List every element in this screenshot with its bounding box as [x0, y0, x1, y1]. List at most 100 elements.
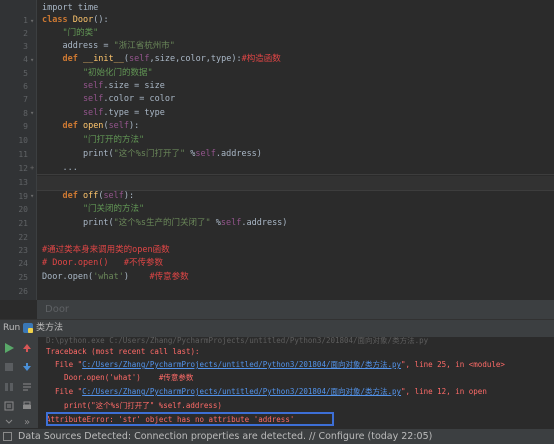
code-line[interactable]: class Door(): [42, 15, 109, 26]
console-text: print("这个%s门打开了" %self.address) [46, 401, 222, 410]
code-token: .color = color [103, 94, 176, 104]
code-token: Door [72, 15, 94, 25]
line-number-gutter: 1 2 3 4 5 6 7 8 9 10 11 12 13 19 20 21 22 23 24 25 26 ▾ ▾ ▾ + ▾ [0, 0, 37, 300]
console-text: ", line 25, in <module> [401, 360, 505, 369]
code-token: __init__ [82, 54, 124, 64]
file-path-link[interactable]: C:/Users/Zhang/PycharmProjects/untitled/… [82, 360, 401, 369]
code-token: class [42, 15, 73, 25]
run-label: Run [3, 323, 21, 333]
console-line: File "C:/Users/Zhang/PycharmProjects/unt… [46, 386, 487, 397]
line-number: 25 [18, 273, 28, 282]
code-line[interactable]: self.size = size [42, 81, 165, 92]
code-token: off [82, 191, 99, 201]
console-text: Door.open('what') #传意参数 [46, 373, 194, 382]
code-token: def [42, 54, 83, 64]
toggle-tool-windows-icon[interactable] [3, 432, 12, 441]
dump-threads-icon[interactable] [3, 400, 15, 412]
code-token: (): [93, 15, 109, 25]
line-number: 7 [23, 95, 28, 104]
file-path-link[interactable]: C:/Users/Zhang/PycharmProjects/untitled/… [82, 387, 401, 396]
code-token: self [42, 108, 104, 118]
method-separator [37, 174, 554, 175]
code-token: ... [42, 163, 78, 173]
print-icon[interactable] [21, 400, 33, 412]
code-token: print( [42, 218, 114, 228]
scroll-down-icon[interactable] [21, 361, 33, 373]
more-icon[interactable]: » [21, 416, 33, 428]
code-editor[interactable]: 1 2 3 4 5 6 7 8 9 10 11 12 13 19 20 21 22 23 24 25 26 ▾ ▾ ▾ + ▾ i… [0, 0, 554, 300]
code-line[interactable]: def off(self): [42, 191, 134, 202]
console-line: Traceback (most recent call last): [46, 346, 200, 357]
code-line[interactable]: "初始化门的数据" [42, 68, 153, 79]
code-token: import time [42, 3, 99, 13]
line-number: 2 [23, 29, 28, 38]
fold-method-icon[interactable]: ▾ [30, 191, 36, 201]
line-number: 10 [18, 136, 28, 145]
console-line: Door.open('what') #传意参数 [46, 372, 193, 383]
collapsed-breadcrumb[interactable]: Door [37, 300, 554, 319]
code-token: #构造函数 [241, 54, 281, 64]
code-token: "初始化门的数据" [42, 68, 153, 78]
console-text: Traceback (most recent call last): [46, 347, 200, 356]
fold-expand-icon[interactable]: + [30, 163, 36, 173]
code-line[interactable]: "门的类" [42, 28, 98, 39]
fold-class-icon[interactable]: ▾ [30, 16, 36, 26]
code-line[interactable]: print("这个%s生产的门关闭了" %self.address) [42, 218, 287, 229]
code-token: ): [123, 191, 135, 201]
code-line[interactable]: address = "浙江省杭州市" [42, 41, 175, 52]
code-token: 'what' [93, 272, 124, 282]
line-number: 1 [23, 16, 28, 25]
code-token: print( [42, 149, 114, 159]
error-highlight-box [46, 412, 334, 426]
method-separator [37, 190, 554, 191]
line-number: 21 [18, 219, 28, 228]
code-token: self [108, 121, 130, 131]
rerun-icon[interactable] [3, 342, 15, 354]
code-line[interactable]: Door.open('what') #传意参数 [42, 272, 189, 283]
line-number: 13 [18, 178, 28, 187]
code-token: "这个%s生产的门关闭了" [113, 218, 216, 228]
code-token: .address) [241, 218, 288, 228]
code-token: .address) [215, 149, 262, 159]
code-line[interactable]: ... [42, 163, 78, 174]
code-token: ): [129, 121, 140, 131]
code-line[interactable]: self.color = color [42, 94, 175, 105]
scroll-up-icon[interactable] [21, 342, 33, 354]
code-line[interactable]: # Door.open() #不传参数 [42, 258, 163, 269]
line-number: 8 [23, 109, 28, 118]
code-token: "这个%s门打开了" [113, 149, 191, 159]
code-line[interactable]: "门关闭的方法" [42, 204, 144, 215]
code-line[interactable]: print("这个%s门打开了" %self.address) [42, 149, 262, 160]
code-token: Door.open( [42, 272, 94, 282]
line-number: 4 [23, 55, 28, 64]
code-line[interactable]: def open(self): [42, 121, 139, 132]
code-token: open [82, 121, 104, 131]
code-line[interactable]: import time [42, 3, 98, 14]
status-message[interactable]: Data Sources Detected: Connection proper… [18, 429, 432, 444]
run-tool-window-header: Run 类方法 [0, 319, 554, 338]
code-line[interactable]: #通过类本身来调用类的open函数 [42, 245, 170, 256]
fold-method-icon[interactable]: ▾ [30, 55, 36, 65]
code-token: ,size,color,type): [149, 54, 242, 64]
run-config-name[interactable]: 类方法 [36, 320, 63, 337]
code-token: # Door.open() #不传参数 [42, 258, 163, 268]
python-file-icon [23, 323, 33, 333]
run-toolbar-right: » [18, 337, 38, 428]
line-number: 12 [18, 164, 28, 173]
fold-method-icon[interactable]: ▾ [30, 108, 36, 118]
run-console-output[interactable]: D:\python.exe C:/Users/Zhang/PycharmProj… [38, 337, 554, 428]
status-bar: Data Sources Detected: Connection proper… [0, 428, 554, 444]
code-token: "浙江省杭州市" [113, 41, 175, 51]
code-token: "门关闭的方法" [42, 204, 145, 214]
code-token: ) [123, 272, 150, 282]
code-line[interactable]: def __init__(self,size,color,type):#构造函数 [42, 54, 281, 65]
console-text: D:\python.exe C:/Users/Zhang/PycharmProj… [46, 337, 429, 345]
code-line[interactable]: "门打开的方法" [42, 135, 144, 146]
soft-wrap-icon[interactable] [21, 381, 33, 393]
code-line[interactable]: self.type = type [42, 108, 165, 119]
line-number: 9 [23, 122, 28, 131]
expand-icon[interactable] [3, 416, 15, 428]
pause-icon[interactable] [3, 381, 15, 393]
stop-icon[interactable] [3, 361, 15, 373]
code-token: address = [42, 41, 114, 51]
